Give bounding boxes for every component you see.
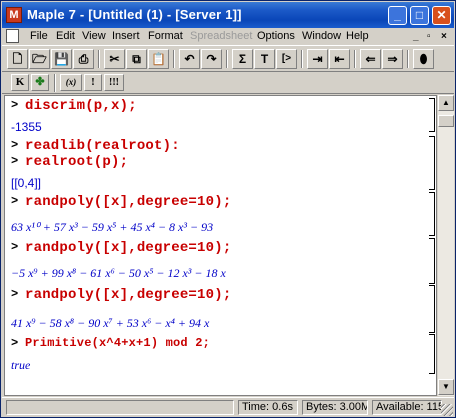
execution-group-bracket[interactable] [429, 98, 435, 132]
document-menu-icon[interactable] [6, 29, 19, 43]
mdi-minimize-button[interactable]: _ [413, 31, 419, 42]
status-available: Available: 115M [372, 400, 442, 415]
context-toolbar: K ✤ (x) ! !!! [2, 72, 454, 94]
sigma-icon[interactable]: Σ [232, 49, 253, 69]
menu-file[interactable]: File [30, 30, 48, 42]
math-output: −5 x⁹ + 99 x⁸ − 61 x⁶ − 50 x⁵ − 12 x³ − … [11, 266, 226, 280]
stop-icon[interactable]: ⬮ [413, 49, 434, 69]
copy-icon[interactable]: ⧉ [126, 49, 147, 69]
maple-window: M Maple 7 - [Untitled (1) - [Server 1]] … [0, 0, 456, 418]
main-toolbar: 🗋 🗁 💾 ⎙ ✂ ⧉ 📋 ↶ ↷ Σ T [> ⇥ ⇤ ⇐ ⇒ ⬮ [2, 45, 454, 72]
maple-command[interactable]: Primitive(x^4+x+1) mod 2; [25, 336, 210, 350]
forward-arrow-icon[interactable]: ⇒ [382, 49, 403, 69]
math-output: 63 x¹⁰ + 57 x³ − 59 x⁵ + 45 x⁴ − 8 x³ − … [11, 220, 214, 234]
toolbar-separator [354, 50, 356, 68]
input-prompt-icon[interactable]: [> [276, 49, 297, 69]
cut-icon[interactable]: ✂ [104, 49, 125, 69]
input-prompt: > [11, 240, 19, 254]
status-bar: Time: 0.6s Bytes: 3.00M Available: 115M [2, 397, 454, 417]
menu-help[interactable]: Help [346, 30, 369, 42]
maple-command[interactable]: discrim(p,x); [25, 98, 137, 114]
output-line: -1355 [11, 120, 42, 134]
output-line: true [11, 358, 31, 372]
open-icon[interactable]: 🗁 [29, 49, 50, 69]
status-message [6, 400, 234, 415]
window-title: Maple 7 - [Untitled (1) - [Server 1]] [27, 7, 242, 22]
mdi-close-button[interactable]: × [441, 31, 447, 42]
maple-command[interactable]: randpoly([x],degree=10); [25, 287, 231, 303]
menu-options[interactable]: Options [257, 30, 295, 42]
execution-group-bracket[interactable] [429, 285, 435, 333]
save-icon[interactable]: 💾 [51, 49, 72, 69]
scrollbar-thumb[interactable] [438, 115, 454, 127]
toolbar-separator [301, 50, 303, 68]
status-bytes: Bytes: 3.00M [302, 400, 368, 415]
print-icon[interactable]: ⎙ [73, 49, 94, 69]
maple-input-icon[interactable]: K [11, 74, 29, 91]
input-prompt: > [11, 336, 19, 350]
menu-window[interactable]: Window [302, 30, 341, 42]
math-output: 41 x⁹ − 58 x⁸ − 90 x⁷ + 53 x⁶ − x⁴ + 94 … [11, 316, 210, 330]
inert-text-icon[interactable]: (x) [60, 74, 82, 91]
worksheet[interactable]: > discrim(p,x); -1355 > readlib(realroot… [4, 95, 437, 396]
menu-bar: File Edit View Insert Format Spreadsheet… [2, 28, 454, 45]
outdent-icon[interactable]: ⇤ [329, 49, 350, 69]
maple-command[interactable]: readlib(realroot): [25, 138, 180, 154]
execution-group-bracket[interactable] [429, 334, 435, 374]
back-arrow-icon[interactable]: ⇐ [360, 49, 381, 69]
maple-command[interactable]: realroot(p); [25, 154, 128, 170]
status-time: Time: 0.6s [238, 400, 298, 415]
close-button[interactable]: ✕ [432, 6, 451, 25]
redo-icon[interactable]: ↷ [201, 49, 222, 69]
execution-group-bracket[interactable] [429, 238, 435, 284]
mdi-restore-button[interactable]: ▫ [427, 31, 431, 42]
menu-insert[interactable]: Insert [112, 30, 140, 42]
indent-icon[interactable]: ⇥ [307, 49, 328, 69]
menu-spreadsheet[interactable]: Spreadsheet [190, 30, 252, 42]
scroll-down-arrow-icon[interactable]: ▼ [438, 379, 454, 395]
output-line: [[0,4]] [11, 176, 42, 190]
execute-icon[interactable]: ! [84, 74, 102, 91]
menu-format[interactable]: Format [148, 30, 183, 42]
maple-command[interactable]: randpoly([x],degree=10); [25, 240, 231, 256]
paste-icon[interactable]: 📋 [148, 49, 169, 69]
input-prompt: > [11, 154, 19, 168]
menu-edit[interactable]: Edit [56, 30, 75, 42]
maple-app-icon[interactable]: M [6, 7, 22, 23]
input-prompt: > [11, 287, 19, 301]
new-icon[interactable]: 🗋 [7, 49, 28, 69]
execution-group-bracket[interactable] [429, 192, 435, 236]
vertical-scrollbar[interactable]: ▲ ▼ [437, 95, 454, 396]
leaf-icon[interactable]: ✤ [31, 74, 49, 91]
input-prompt: > [11, 138, 19, 152]
input-prompt: > [11, 194, 19, 208]
toolbar-separator [173, 50, 175, 68]
undo-icon[interactable]: ↶ [179, 49, 200, 69]
toolbar-separator [226, 50, 228, 68]
execution-group-bracket[interactable] [429, 136, 435, 190]
scroll-up-arrow-icon[interactable]: ▲ [438, 95, 454, 111]
menu-view[interactable]: View [82, 30, 106, 42]
toolbar-separator [54, 74, 56, 92]
resize-grip-icon[interactable] [441, 404, 453, 416]
input-prompt: > [11, 98, 19, 112]
maximize-button[interactable]: □ [410, 6, 429, 25]
toolbar-separator [98, 50, 100, 68]
minimize-button[interactable]: _ [388, 6, 407, 25]
text-icon[interactable]: T [254, 49, 275, 69]
toolbar-separator [407, 50, 409, 68]
execute-all-icon[interactable]: !!! [104, 74, 124, 91]
maple-command[interactable]: randpoly([x],degree=10); [25, 194, 231, 210]
title-bar[interactable]: M Maple 7 - [Untitled (1) - [Server 1]] … [2, 2, 454, 28]
